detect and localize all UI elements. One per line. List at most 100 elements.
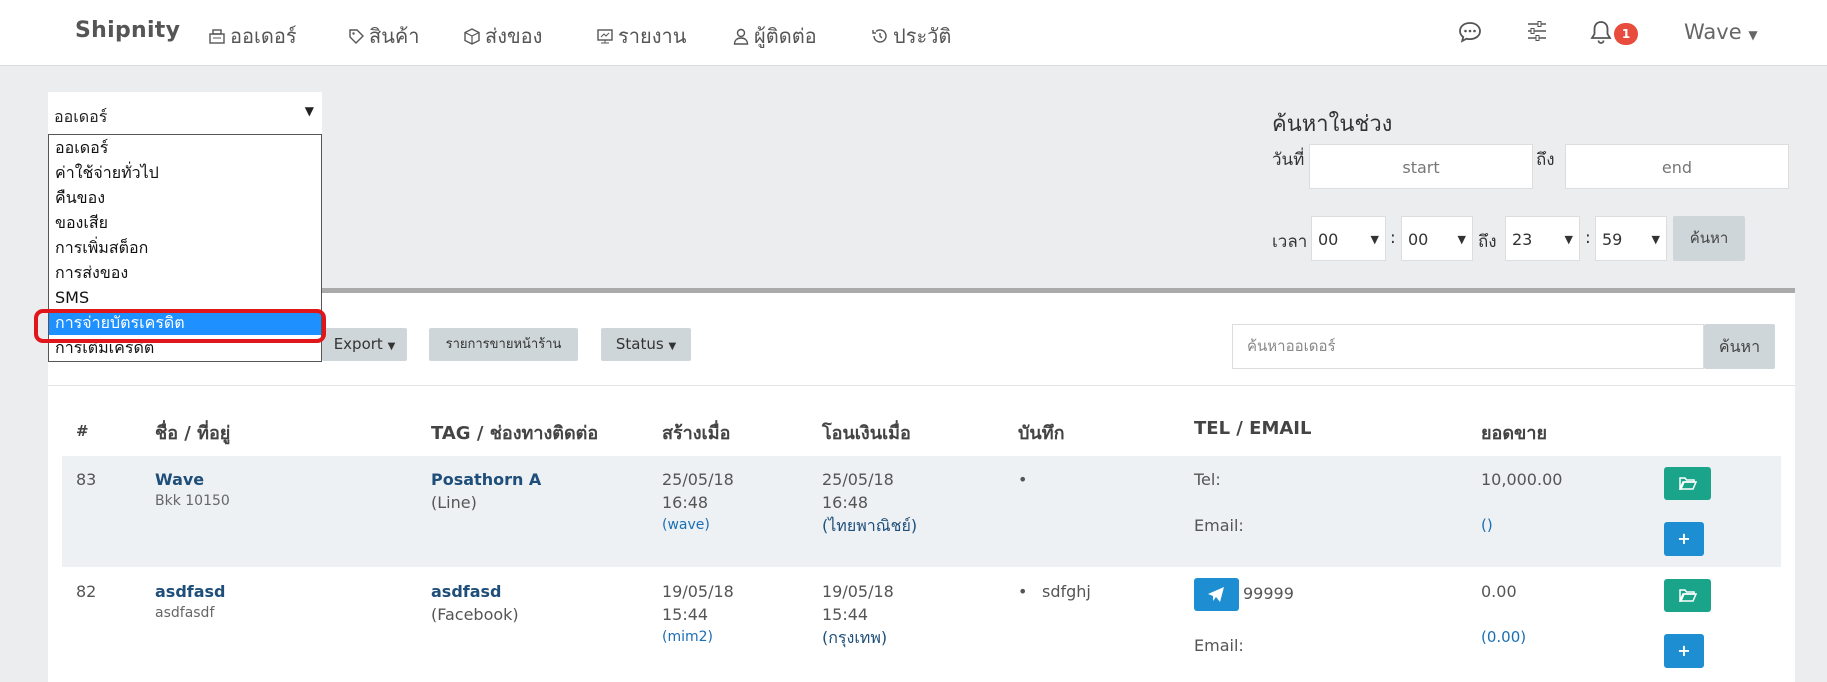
dropdown-option[interactable]: การเพิ่มสต็อก [49, 235, 321, 260]
send-message-button[interactable] [1194, 578, 1239, 611]
dropdown-option[interactable]: ค่าใช้จ่ายทั่วไป [49, 160, 321, 185]
nav-item-contacts[interactable]: ผู้ติดต่อ [732, 20, 817, 52]
storefront-sales-button[interactable]: รายการขายหน้าร้าน [429, 328, 578, 361]
header-note: บันทึก [1018, 423, 1065, 444]
date-to-label: ถึง [1536, 150, 1555, 170]
status-button[interactable]: Status ▼ [601, 328, 691, 361]
history-icon [872, 29, 887, 43]
paid-time: 16:48 [822, 493, 869, 512]
to-hour-select[interactable]: 23 ▼ [1505, 216, 1580, 261]
export-label: Export [333, 335, 383, 353]
nav-label-history: ประวัติ [893, 24, 952, 48]
note-bullet: • [1018, 582, 1028, 601]
nav-label-contacts: ผู้ติดต่อ [754, 24, 817, 48]
sliders-icon[interactable] [1525, 18, 1549, 44]
time-colon: : [1390, 228, 1396, 248]
order-search-input[interactable]: ค้นหาออเดอร์ [1232, 324, 1704, 369]
nav-item-orders[interactable]: ออเดอร์ [208, 20, 297, 52]
email-label: Email: [1194, 516, 1244, 535]
notification-badge: 1 [1614, 23, 1638, 45]
created-by[interactable]: (wave) [662, 514, 710, 537]
status-label: Status [615, 335, 664, 353]
dropdown-option[interactable]: การเติมเครดิต [49, 335, 321, 360]
select-arrow-icon: ▼ [1457, 233, 1466, 246]
from-minute-value: 00 [1408, 230, 1429, 249]
nav-label-shipping: ส่งของ [485, 24, 543, 48]
dropdown-option[interactable]: การส่งของ [49, 260, 321, 285]
nav-item-reports[interactable]: รายงาน [596, 20, 686, 52]
row-id: 82 [76, 582, 97, 601]
header-name: ชื่อ / ที่อยู่ [155, 423, 231, 444]
created-by[interactable]: (mim2) [662, 626, 713, 649]
paid-bank: (กรุงเทพ) [822, 628, 888, 647]
nav-item-products[interactable]: สินค้า [347, 20, 420, 52]
open-folder-button[interactable] [1664, 579, 1711, 612]
type-select[interactable]: ออเดอร์ ▼ [48, 92, 322, 134]
tag-link[interactable]: Posathorn A [431, 468, 541, 491]
order-search-button[interactable]: ค้นหา [1704, 324, 1775, 369]
cash-register-icon [209, 29, 225, 44]
add-button[interactable]: + [1664, 634, 1704, 668]
dropdown-option[interactable]: SMS [49, 285, 321, 310]
start-date-input[interactable]: start [1309, 144, 1533, 189]
paid-date: 25/05/18 [822, 470, 894, 489]
add-button[interactable]: + [1664, 522, 1704, 556]
header-tag: TAG / ช่องทางติดต่อ [431, 423, 599, 444]
select-arrow-icon: ▼ [304, 104, 314, 118]
nav-item-history[interactable]: ประวัติ [871, 20, 951, 52]
nav-item-shipping[interactable]: ส่งของ [463, 20, 542, 52]
type-select-value: ออเดอร์ [54, 107, 108, 126]
dropdown-option[interactable]: คืนของ [49, 185, 321, 210]
email-label: Email: [1194, 636, 1244, 655]
nav-label-orders: ออเดอร์ [230, 24, 297, 48]
customer-name-link[interactable]: Wave [155, 468, 204, 491]
toolbar-divider [48, 385, 1795, 386]
from-hour-select[interactable]: 00 ▼ [1311, 216, 1386, 261]
customer-address: Bkk 10150 [155, 493, 230, 509]
header-contact: TEL / EMAIL [1194, 418, 1312, 439]
customer-address: asdfasdf [155, 605, 215, 621]
range-search-button[interactable]: ค้นหา [1673, 216, 1745, 261]
header-amount: ยอดขาย [1481, 423, 1548, 444]
tel-label: Tel: [1194, 470, 1221, 489]
nav-label-products: สินค้า [369, 24, 420, 48]
note-text: sdfghj [1042, 582, 1091, 601]
user-menu[interactable]: Wave ▼ [1684, 20, 1758, 44]
open-folder-button[interactable] [1664, 467, 1711, 500]
chat-icon[interactable] [1456, 18, 1484, 46]
note-bullet: • [1018, 470, 1028, 489]
paid-date: 19/05/18 [822, 582, 894, 601]
dropdown-option[interactable]: ของเสีย [49, 210, 321, 235]
from-minute-select[interactable]: 00 ▼ [1401, 216, 1473, 261]
header-id: # [76, 422, 89, 440]
paid-bank: (ไทยพาณิชย์) [822, 516, 918, 535]
select-arrow-icon: ▼ [1370, 233, 1379, 246]
user-icon [733, 28, 749, 45]
channel: (Line) [431, 493, 477, 512]
sale-amount-sub[interactable]: () [1481, 514, 1493, 537]
sale-amount-sub[interactable]: (0.00) [1481, 626, 1526, 649]
bell-icon[interactable] [1589, 18, 1613, 46]
tag-link[interactable]: asdfasd [431, 580, 502, 603]
created-time: 15:44 [662, 605, 709, 624]
to-minute-select[interactable]: 59 ▼ [1595, 216, 1667, 261]
dropdown-option-selected[interactable]: การจ่ายบัตรเครดิต [49, 310, 321, 335]
top-navbar: Shipnity ออเดอร์ สินค้า ส่งของ รายงาน ผู… [0, 0, 1827, 66]
export-button[interactable]: Export ▼ [322, 328, 407, 361]
time-to-label: ถึง [1478, 232, 1497, 252]
paid-time: 15:44 [822, 605, 869, 624]
created-date: 19/05/18 [662, 582, 734, 601]
dropdown-option[interactable]: ออเดอร์ [49, 135, 321, 160]
end-date-input[interactable]: end [1565, 144, 1789, 189]
created-date: 25/05/18 [662, 470, 734, 489]
select-arrow-icon: ▼ [1651, 233, 1660, 246]
range-title: ค้นหาในช่วง [1272, 112, 1393, 137]
caret-down-icon: ▼ [1748, 28, 1758, 42]
tel-number: 99999 [1243, 584, 1294, 603]
customer-name-link[interactable]: asdfasd [155, 580, 226, 603]
sale-amount: 10,000.00 [1481, 470, 1563, 489]
channel: (Facebook) [431, 605, 519, 624]
caret-down-icon: ▼ [668, 341, 677, 352]
brand-logo[interactable]: Shipnity [75, 18, 180, 43]
date-label: วันที่ [1272, 150, 1305, 170]
